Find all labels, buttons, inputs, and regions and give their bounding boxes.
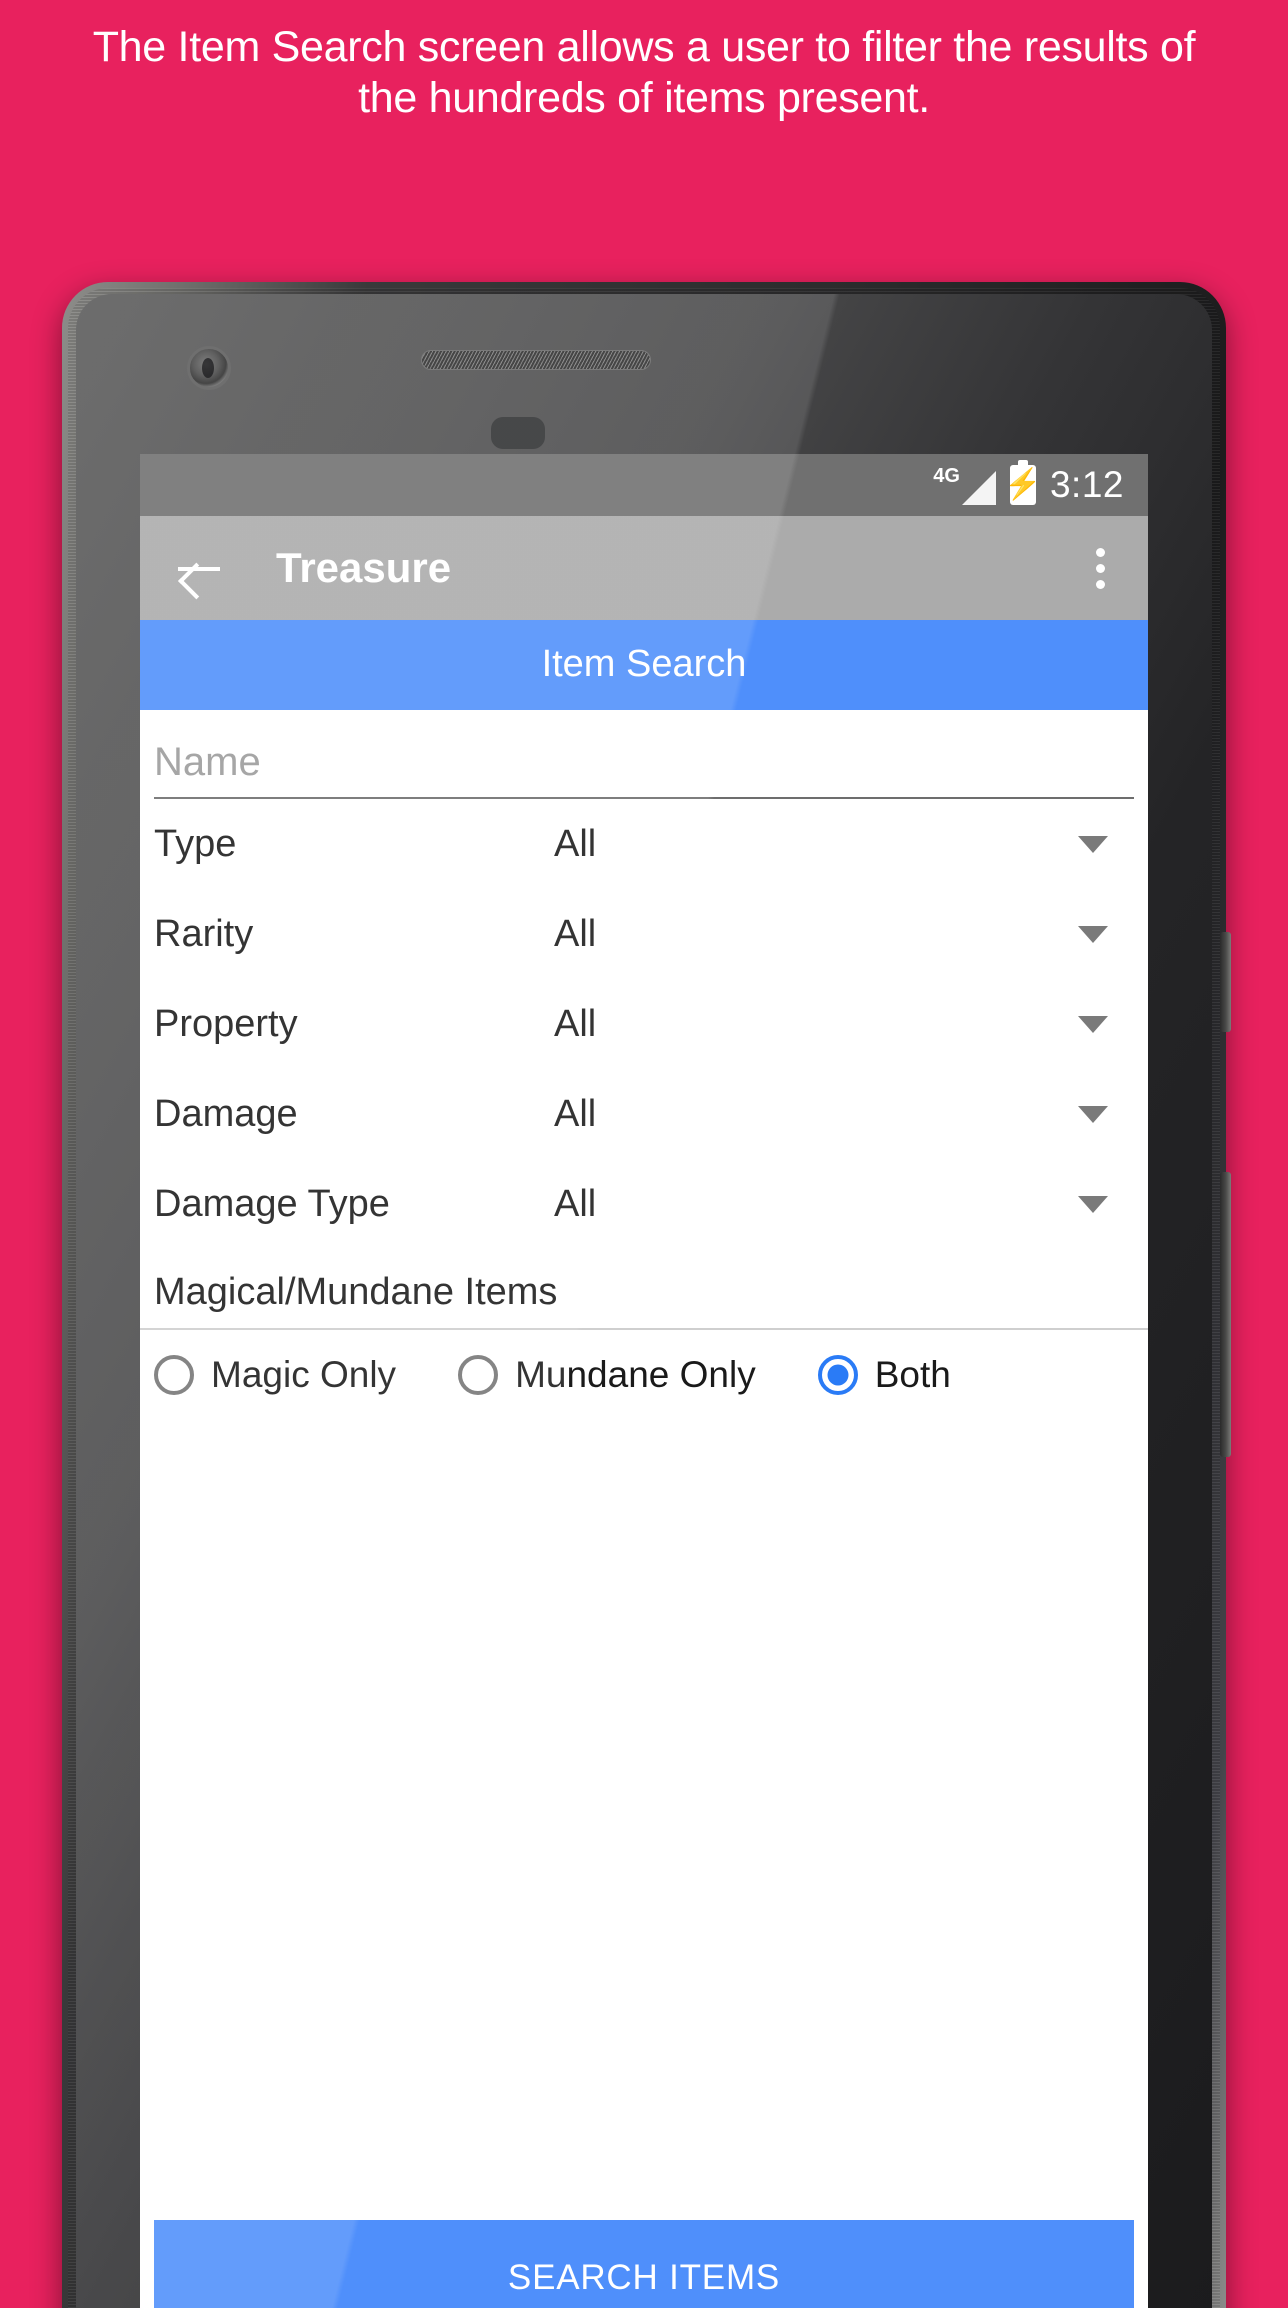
- search-items-button[interactable]: SEARCH ITEMS: [154, 2220, 1134, 2308]
- filter-value: All: [554, 1183, 597, 1225]
- promo-caption: The Item Search screen allows a user to …: [92, 23, 1196, 122]
- filter-label: Rarity: [154, 913, 254, 955]
- volume-rocker-button[interactable]: [1220, 1172, 1231, 1457]
- form-spacer: [154, 1418, 1134, 2220]
- phone-device-mockup: 4G ⚡ 3:12 Treasure Item Search Name Type…: [62, 282, 1231, 2308]
- radio-label: Both: [874, 1354, 951, 1395]
- filter-label: Type: [154, 823, 237, 865]
- name-field-wrapper: [154, 740, 1134, 799]
- radio-option-magic-only[interactable]: Magic Only: [154, 1354, 396, 1396]
- radio-button-icon[interactable]: [154, 1355, 194, 1395]
- radio-option-mundane-only[interactable]: Mundane Only: [458, 1354, 756, 1396]
- radio-button-icon-selected[interactable]: [817, 1355, 858, 1395]
- filter-value: All: [554, 1003, 597, 1045]
- search-input[interactable]: [154, 740, 1134, 785]
- chevron-down-icon[interactable]: [1078, 926, 1108, 943]
- search-form: Type All Rarity All Property All: [140, 710, 1148, 2220]
- overflow-dot: [1095, 547, 1105, 557]
- filter-value: All: [554, 913, 597, 955]
- filter-label: Damage Type: [154, 1183, 390, 1225]
- front-camera-icon: [187, 346, 231, 390]
- filter-row-type[interactable]: Type All: [154, 799, 1134, 889]
- signal-triangle-icon: [961, 470, 996, 505]
- filter-value: All: [554, 1093, 597, 1135]
- overflow-menu-icon[interactable]: [1078, 541, 1122, 595]
- proximity-sensor-icon: [491, 417, 545, 449]
- magical-mundane-group-label: Magical/Mundane Items: [154, 1271, 558, 1313]
- item-search-header[interactable]: Item Search: [140, 620, 1148, 710]
- battery-bolt-icon: ⚡: [1004, 468, 1042, 501]
- power-button[interactable]: [1220, 932, 1231, 1032]
- network-type-label: 4G: [933, 464, 960, 487]
- radio-option-both[interactable]: Both: [817, 1354, 951, 1396]
- battery-charging-icon: ⚡: [1004, 460, 1042, 505]
- chevron-down-icon[interactable]: [1078, 1106, 1108, 1123]
- action-bar: Treasure: [140, 516, 1148, 620]
- filter-row-damage-type[interactable]: Damage Type All: [154, 1159, 1134, 1249]
- earpiece-speaker-icon: [421, 350, 651, 370]
- phone-screen: 4G ⚡ 3:12 Treasure Item Search Name Type…: [140, 454, 1148, 2308]
- radio-label: Magic Only: [211, 1354, 397, 1395]
- overflow-dot: [1095, 579, 1105, 589]
- filter-value: All: [554, 823, 597, 865]
- back-arrow-icon[interactable]: [172, 541, 226, 595]
- status-bar-clock: 3:12: [1049, 464, 1124, 505]
- radio-label: Mundane Only: [515, 1354, 756, 1395]
- filter-label: Property: [154, 1003, 298, 1045]
- status-bar: 4G ⚡ 3:12: [140, 454, 1148, 516]
- filter-row-rarity[interactable]: Rarity All: [154, 889, 1134, 979]
- screen-content: Item Search Type All Rarity All: [140, 620, 1148, 2308]
- phone-body: 4G ⚡ 3:12 Treasure Item Search Name Type…: [76, 294, 1212, 2308]
- magical-mundane-radio-group: Magic Only Mundane Only Both: [154, 1330, 1134, 1418]
- filter-row-property[interactable]: Property All: [154, 979, 1134, 1069]
- chevron-down-icon[interactable]: [1078, 836, 1108, 853]
- chevron-down-icon[interactable]: [1078, 1016, 1108, 1033]
- filter-row-damage[interactable]: Damage All: [154, 1069, 1134, 1159]
- chevron-down-icon[interactable]: [1078, 1196, 1108, 1213]
- overflow-dot: [1095, 563, 1105, 573]
- signal-bars-icon: 4G: [933, 466, 996, 505]
- filter-label: Damage: [154, 1093, 298, 1135]
- page-title: Treasure: [276, 544, 452, 591]
- radio-button-icon[interactable]: [458, 1355, 499, 1395]
